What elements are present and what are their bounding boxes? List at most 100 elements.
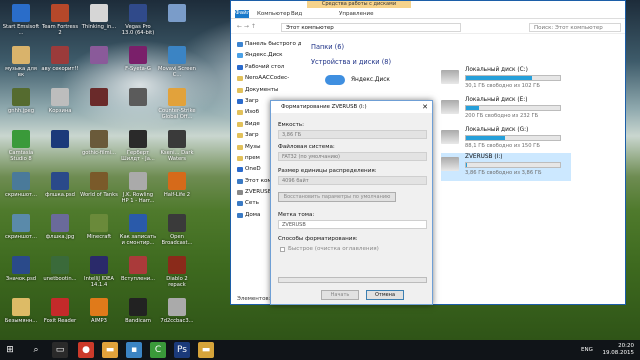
desktop-icon[interactable]: 7d2ccbac3... xyxy=(158,298,196,324)
desktop-icon[interactable] xyxy=(80,46,118,66)
alloc-select[interactable]: 4096 байт xyxy=(278,176,427,185)
desktop-icon[interactable] xyxy=(41,130,79,150)
language-indicator[interactable]: ENG xyxy=(581,347,593,353)
folder-icon[interactable]: ▬ xyxy=(102,342,118,358)
nav-arrows-icon[interactable]: ← → ↑ xyxy=(237,23,256,30)
volume-input[interactable]: ZVERUSB xyxy=(278,220,427,229)
close-icon[interactable]: ✕ xyxy=(422,101,428,113)
chrome-icon[interactable]: ● xyxy=(78,342,94,358)
desktop-icon[interactable]: Diablo 2 repack xyxy=(158,256,196,288)
desktop-icon[interactable]: Корзина xyxy=(41,88,79,114)
devices-header[interactable]: Устройства и диски (8) xyxy=(311,58,391,66)
desktop-icon[interactable]: AIMP3 xyxy=(80,298,118,324)
desktop-icon[interactable]: Thinking_in... xyxy=(80,4,118,30)
search-icon[interactable]: ⌕ xyxy=(28,342,44,358)
app-icon[interactable]: ▪ xyxy=(126,342,142,358)
sidebar-item-label: прем xyxy=(245,154,260,161)
tab-view[interactable]: Вид xyxy=(291,11,302,17)
desktop-icon[interactable]: Foxit Reader xyxy=(41,298,79,324)
app-icon xyxy=(90,46,108,64)
desktop-icon[interactable]: gothic-filmi... xyxy=(80,130,118,156)
desktop-icon[interactable]: Open Broadcast... xyxy=(158,214,196,246)
desktop-icon[interactable]: Kseni... Dark Waters xyxy=(158,130,196,162)
sidebar-item[interactable]: Панель быстрого до xyxy=(235,39,301,50)
desktop-icon[interactable]: Значок.psd xyxy=(2,256,40,282)
desktop-icon[interactable]: J.K. Rowling HP 1 - Harr... xyxy=(119,172,157,204)
yandex-disk-label[interactable]: Яндекс.Диск xyxy=(351,77,390,83)
address-input[interactable]: Этот компьютер xyxy=(281,23,461,32)
start-icon[interactable]: ⊞ xyxy=(2,342,18,358)
drive-usage-fill xyxy=(466,136,505,140)
desktop-icon[interactable] xyxy=(158,4,196,24)
drive-usage-bar xyxy=(465,162,561,168)
desktop-icon-label: Корзина xyxy=(48,108,72,114)
sidebar-item[interactable]: NeroAACCodec- xyxy=(235,73,301,84)
tab-manage[interactable]: Управление xyxy=(339,11,374,17)
app-icon xyxy=(168,130,186,148)
drive-icon xyxy=(441,130,459,144)
desktop-icon[interactable]: Vegas Pro 13.0 (64-bit) xyxy=(119,4,157,36)
desktop-icon[interactable]: IntelliJ IDEA 14.1.4 xyxy=(80,256,118,288)
drive-tile[interactable]: Локальный диск (G:) 88,1 ГБ свободно из 1… xyxy=(441,126,571,154)
desktop-icon-label: gothic-filmi... xyxy=(81,150,117,156)
sidebar-item-label: Рабочий стол xyxy=(245,63,285,70)
fs-select[interactable]: FAT32 (по умолчанию) xyxy=(278,152,427,161)
desktop-icon[interactable]: скриншот... xyxy=(2,214,40,240)
desktop-icon[interactable]: unetbootin... xyxy=(41,256,79,282)
desktop-icon[interactable]: Team Fortress 2 xyxy=(41,4,79,36)
restore-defaults-button[interactable]: Восстановить параметры по умолчанию xyxy=(278,192,396,202)
desktop-icon[interactable]: F-Syeta-G xyxy=(119,46,157,72)
desktop-icon-label: Team Fortress 2 xyxy=(41,24,79,36)
app-icon xyxy=(168,88,186,106)
desktop-icon[interactable]: Как записать и смонтир... xyxy=(119,214,157,246)
desktop-icon[interactable]: Minecraft xyxy=(80,214,118,240)
photoshop-icon[interactable]: Ps xyxy=(174,342,190,358)
folder-icon xyxy=(237,133,243,139)
drive-tile[interactable]: ZVERUSB (I:) 3,86 ГБ свободно из 3,86 ГБ xyxy=(441,153,571,181)
desktop-icon[interactable]: Half-Life 2 xyxy=(158,172,196,198)
drive-usage-bar xyxy=(465,105,561,111)
desktop-icon[interactable]: Безымянн... xyxy=(2,298,40,324)
desktop-icon[interactable]: Start Emsisoft ... xyxy=(2,4,40,36)
drive-icon xyxy=(441,70,459,84)
tab-file[interactable]: Файл xyxy=(235,10,250,18)
desktop-icon-label: IntelliJ IDEA 14.1.4 xyxy=(84,276,114,288)
desktop-icon[interactable]: gnhh.jpeg xyxy=(2,88,40,114)
desktop-icon[interactable]: Movavi Screen C... xyxy=(158,46,196,78)
desktop-icon[interactable]: World of Tanks xyxy=(80,172,118,198)
tab-computer[interactable]: Компьютер xyxy=(257,11,290,17)
sidebar-item-label: Загр xyxy=(245,132,259,139)
desktop-icon[interactable]: скриншот... xyxy=(2,172,40,198)
search-input[interactable]: Поиск: Этот компьютер xyxy=(529,23,621,32)
quick-format-checkbox[interactable] xyxy=(280,247,285,252)
task-view-icon[interactable]: ▭ xyxy=(52,342,68,358)
drive-tile[interactable]: Локальный диск (C:) 30,1 ГБ свободно из 1… xyxy=(441,66,571,94)
desktop-icon[interactable] xyxy=(119,88,157,108)
camtasia-icon[interactable]: C xyxy=(150,342,166,358)
app-icon xyxy=(90,130,108,148)
drive-tile[interactable]: Локальный диск (E:) 200 ГБ свободно из 23… xyxy=(441,96,571,124)
desktop-icon[interactable]: музыка для вк xyxy=(2,46,40,78)
desktop-icon-label: Open Broadcast... xyxy=(161,234,193,246)
desktop-icon[interactable]: Вступлени... xyxy=(119,256,157,282)
explorer-task-icon[interactable]: ▬ xyxy=(198,342,214,358)
drive-usage-bar xyxy=(465,135,561,141)
desktop-icon[interactable]: флшка.jpg xyxy=(41,214,79,240)
desktop-icon[interactable]: флшка.psd xyxy=(41,172,79,198)
desktop-icon[interactable] xyxy=(80,88,118,108)
capacity-select[interactable]: 3,86 ГБ xyxy=(278,130,427,139)
desktop-icon[interactable]: Counter-Strike Global Off... xyxy=(158,88,196,120)
desktop-icon[interactable]: Bandicam xyxy=(119,298,157,324)
drive-capacity: 30,1 ГБ свободно из 102 ГБ xyxy=(465,83,540,89)
cancel-button[interactable]: Отмена xyxy=(366,290,404,300)
start-button[interactable]: Начать xyxy=(321,290,359,300)
sidebar-item[interactable]: Документы xyxy=(235,85,301,96)
sidebar-item[interactable]: Яндекс.Диск xyxy=(235,50,301,61)
desktop-icon[interactable]: Герберт Шилдт - Ja... xyxy=(119,130,157,162)
desktop-icon[interactable]: аву секорит!! xyxy=(41,46,79,72)
clock[interactable]: 20:20 19.08.2015 xyxy=(603,343,635,357)
desktop-icon[interactable]: Camtasia Studio 8 xyxy=(2,130,40,162)
sidebar-item[interactable]: Рабочий стол xyxy=(235,62,301,73)
folders-header[interactable]: Папки (6) xyxy=(311,43,344,51)
app-icon xyxy=(90,256,108,274)
